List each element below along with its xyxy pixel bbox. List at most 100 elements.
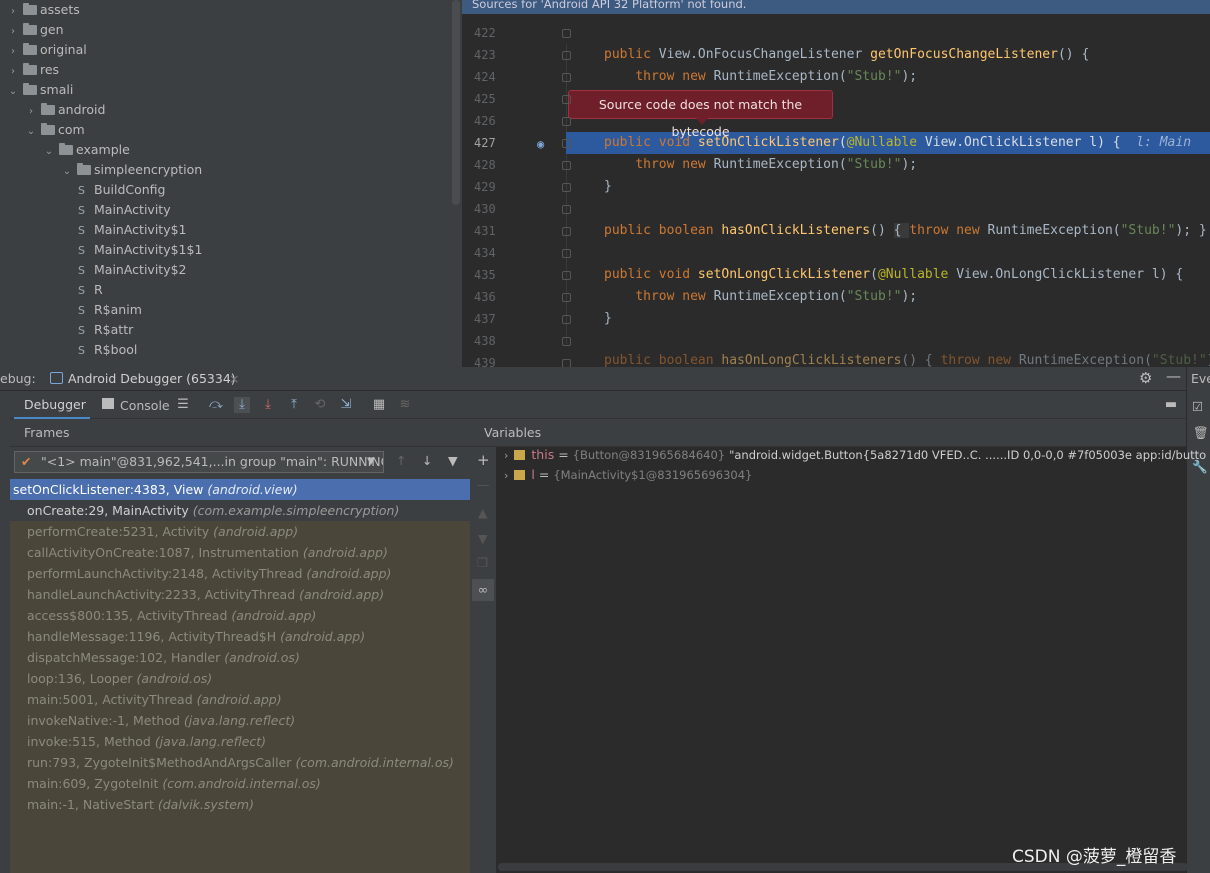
- fold-marker-icon[interactable]: [562, 205, 571, 214]
- variable-row[interactable]: › this = {Button@831965684640} "android.w…: [504, 445, 1206, 465]
- stack-frame[interactable]: main:5001, ActivityThread (android.app): [10, 689, 470, 710]
- fold-marker-icon[interactable]: [562, 359, 571, 367]
- stack-frame[interactable]: access$800:135, ActivityThread (android.…: [10, 605, 470, 626]
- stack-frame[interactable]: dispatchMessage:102, Handler (android.os…: [10, 647, 470, 668]
- stack-frame[interactable]: callActivityOnCreate:1087, Instrumentati…: [10, 542, 470, 563]
- tree-item[interactable]: ⌄ smali: [6, 80, 74, 102]
- step-over-icon[interactable]: ⤓: [234, 397, 250, 413]
- tree-item[interactable]: ⌄ simpleencryption: [60, 160, 202, 180]
- fold-marker-icon[interactable]: [562, 51, 571, 60]
- close-tab-icon[interactable]: ×: [229, 371, 239, 386]
- folder-icon: [59, 143, 73, 155]
- minimize-icon[interactable]: —: [1166, 367, 1181, 385]
- code-editor[interactable]: Sources for 'Android API 32 Platform' no…: [462, 0, 1210, 367]
- layout-icon[interactable]: ☰: [175, 397, 191, 413]
- tree-item[interactable]: S R$anim: [78, 300, 142, 320]
- checklist-icon[interactable]: ☑: [1192, 399, 1203, 414]
- up-arrow-icon[interactable]: ↑: [396, 453, 406, 468]
- debug-session-tab[interactable]: Android Debugger (65334): [68, 371, 236, 386]
- chevron-down-icon[interactable]: ▼: [367, 452, 375, 472]
- event-log-label[interactable]: Eve: [1191, 371, 1210, 386]
- filter-icon[interactable]: ▼: [448, 453, 458, 468]
- step-out-icon[interactable]: ⤒: [286, 397, 302, 413]
- tree-item[interactable]: › original: [6, 40, 87, 60]
- move-down-icon[interactable]: ▼: [478, 531, 488, 546]
- fold-marker-icon[interactable]: [562, 249, 571, 258]
- tree-item[interactable]: S MainActivity$1$1: [78, 240, 202, 260]
- evaluate-icon[interactable]: ▦: [371, 397, 387, 413]
- fold-marker-icon[interactable]: [562, 227, 571, 236]
- stack-frame[interactable]: handleLaunchActivity:2233, ActivityThrea…: [10, 584, 470, 605]
- variable-row[interactable]: › l = {MainActivity$1@831965696304}: [504, 465, 752, 485]
- tree-item[interactable]: S R$attr: [78, 320, 133, 340]
- tree-item[interactable]: ⌄ com: [24, 120, 85, 140]
- chevron-right-icon[interactable]: ›: [6, 22, 20, 42]
- fold-marker-icon[interactable]: [562, 117, 571, 126]
- stack-frame[interactable]: performCreate:5231, Activity (android.ap…: [10, 521, 470, 542]
- fold-marker-icon[interactable]: [562, 161, 571, 170]
- move-up-icon[interactable]: ▲: [478, 505, 488, 520]
- line-number: 427: [474, 136, 496, 150]
- add-watch-icon[interactable]: +: [477, 451, 490, 469]
- drop-frame-icon[interactable]: ⟲: [312, 397, 328, 413]
- tree-scrollbar[interactable]: [452, 0, 460, 205]
- stack-frame[interactable]: invoke:515, Method (java.lang.reflect): [10, 731, 470, 752]
- chevron-right-icon[interactable]: ›: [6, 62, 20, 82]
- run-to-cursor-icon[interactable]: ⇲: [338, 397, 354, 413]
- tab-debugger[interactable]: Debugger: [14, 391, 90, 419]
- tree-item[interactable]: S MainActivity$2: [78, 260, 187, 280]
- chevron-down-icon[interactable]: ⌄: [6, 82, 20, 102]
- chevron-right-icon[interactable]: ›: [6, 2, 20, 22]
- watches-icon[interactable]: ∞: [472, 579, 494, 601]
- fold-marker-icon[interactable]: [562, 73, 571, 82]
- tree-item[interactable]: › android: [24, 100, 105, 120]
- stack-frame[interactable]: setOnClickListener:4383, View (android.v…: [10, 479, 470, 500]
- stack-frame[interactable]: handleMessage:1196, ActivityThread$H (an…: [10, 626, 470, 647]
- stack-frame[interactable]: onCreate:29, MainActivity (com.example.s…: [10, 500, 470, 521]
- trash-icon[interactable]: 🗑: [1193, 425, 1209, 441]
- fold-marker-icon[interactable]: [562, 95, 571, 104]
- chevron-down-icon[interactable]: ⌄: [24, 122, 38, 142]
- tree-item[interactable]: SR: [78, 280, 103, 300]
- chevron-down-icon[interactable]: ⌄: [60, 162, 74, 182]
- tree-item[interactable]: › gen: [6, 20, 64, 40]
- fold-marker-icon[interactable]: [562, 183, 571, 192]
- chevron-right-icon[interactable]: ›: [24, 102, 38, 122]
- gear-icon[interactable]: ⚙: [1139, 369, 1152, 387]
- stack-frame[interactable]: main:609, ZygoteInit (com.android.intern…: [10, 773, 470, 794]
- fold-marker-icon[interactable]: [562, 271, 571, 280]
- thread-selector[interactable]: ✔ "<1> main"@831,962,541,...in group "ma…: [14, 451, 384, 473]
- tree-item-label: assets: [40, 2, 80, 17]
- restore-layout-icon[interactable]: ▬: [1163, 397, 1179, 413]
- code-line: throw new RuntimeException("Stub!");: [635, 69, 918, 84]
- tab-console[interactable]: Console: [120, 398, 170, 413]
- trace-icon[interactable]: ≋: [397, 397, 413, 413]
- copy-icon[interactable]: ❐: [477, 555, 488, 570]
- stack-frame[interactable]: loop:136, Looper (android.os): [10, 668, 470, 689]
- tree-item[interactable]: S MainActivity: [78, 200, 171, 220]
- stack-frame[interactable]: invokeNative:-1, Method (java.lang.refle…: [10, 710, 470, 731]
- tree-item[interactable]: › assets: [6, 0, 80, 20]
- tree-item[interactable]: ⌄ example: [42, 140, 130, 160]
- show-execution-point-icon[interactable]: ⤼: [208, 397, 224, 413]
- stack-frame[interactable]: main:-1, NativeStart (dalvik.system): [10, 794, 470, 815]
- tree-item[interactable]: › res: [6, 60, 59, 80]
- fold-marker-icon[interactable]: [562, 139, 571, 148]
- fold-marker-icon[interactable]: [562, 337, 571, 346]
- fold-marker-icon[interactable]: [562, 29, 571, 38]
- step-into-icon[interactable]: ⤓: [260, 397, 276, 413]
- tree-item[interactable]: S MainActivity$1: [78, 220, 187, 240]
- tree-item[interactable]: S BuildConfig: [78, 180, 165, 200]
- chevron-right-icon[interactable]: ›: [6, 42, 20, 62]
- stack-frame[interactable]: performLaunchActivity:2148, ActivityThre…: [10, 563, 470, 584]
- stack-frame[interactable]: run:793, ZygoteInit$MethodAndArgsCaller …: [10, 752, 470, 773]
- chevron-right-icon[interactable]: ›: [504, 449, 508, 462]
- fold-marker-icon[interactable]: [562, 293, 571, 302]
- variables-header: Variables: [470, 419, 1186, 447]
- chevron-right-icon[interactable]: ›: [504, 469, 508, 482]
- remove-watch-icon[interactable]: —: [477, 477, 490, 492]
- down-arrow-icon[interactable]: ↓: [422, 453, 432, 468]
- chevron-down-icon[interactable]: ⌄: [42, 142, 56, 162]
- tree-item[interactable]: S R$bool: [78, 340, 137, 360]
- fold-marker-icon[interactable]: [562, 315, 571, 324]
